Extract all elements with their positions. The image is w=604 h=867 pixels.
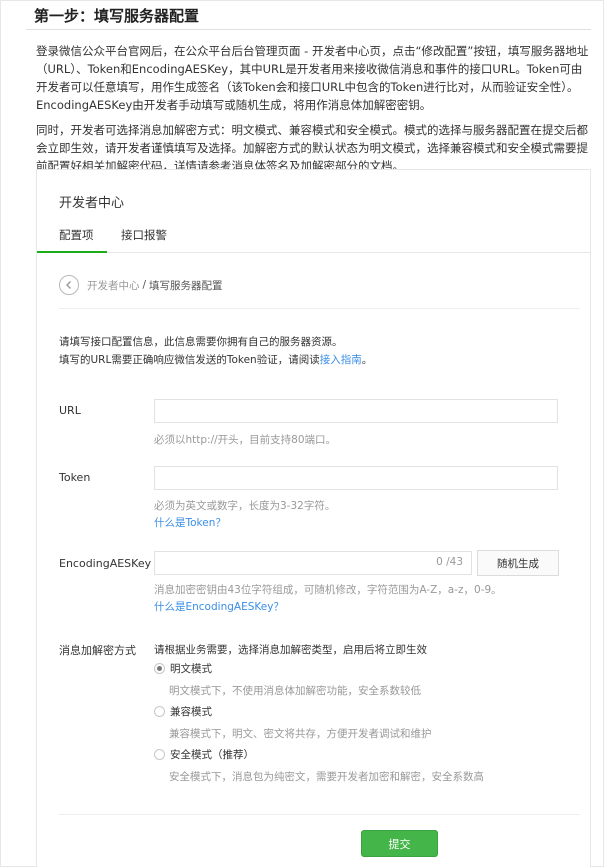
intro-line-2-suffix: 。 <box>361 354 373 366</box>
encryption-mode-label: 消息加解密方式 <box>59 644 136 657</box>
aes-key-hint: 消息加密密钥由43位字符组成，可随机修改，字符范围为A-Z，a-z，0-9。 <box>154 584 502 596</box>
radio-button[interactable] <box>154 749 165 760</box>
chevron-left-icon <box>66 281 71 289</box>
tab-config[interactable]: 配置项 <box>59 227 94 243</box>
random-generate-button[interactable]: 随机生成 <box>477 550 559 576</box>
token-label: Token <box>59 471 91 484</box>
active-tab-indicator <box>37 251 107 253</box>
aes-key-label: EncodingAESKey <box>59 557 152 570</box>
url-input[interactable] <box>154 399 558 423</box>
doc-title: 第一步：填写服务器配置 <box>34 7 200 25</box>
radio-button-checked[interactable] <box>154 663 165 674</box>
token-hint: 必须为英文或数字，长度为3-32字符。 <box>154 500 336 512</box>
access-guide-link[interactable]: 接入指南 <box>320 354 362 366</box>
doc-paragraph-1: 登录微信公众平台官网后，在公众平台后台管理页面 - 开发者中心页，点击“修改配置… <box>36 44 589 112</box>
title-divider <box>26 29 591 30</box>
radio-compatible-mode[interactable]: 兼容模式 <box>154 704 212 719</box>
intro-line-1: 请填写接口配置信息，此信息需要你拥有自己的服务器资源。 <box>59 336 343 348</box>
breadcrumb: 开发者中心 / 填写服务器配置 <box>59 274 223 296</box>
what-is-aes-key-link[interactable]: 什么是EncodingAESKey？ <box>154 599 284 614</box>
developer-center-panel: 开发者中心 配置项 接口报警 开发者中心 / 填写服务器配置 请填写接口配置信息… <box>36 169 591 867</box>
intro-line-2-prefix: 填写的URL需要正确响应微信发送的Token验证，请阅读 <box>59 354 320 366</box>
radio-label-compatible: 兼容模式 <box>170 706 212 718</box>
tab-bar: 配置项 接口报警 <box>37 219 590 253</box>
url-hint: 必须以http://开头，目前支持80端口。 <box>154 434 337 446</box>
document-page: 第一步：填写服务器配置 登录微信公众平台官网后，在公众平台后台管理页面 - 开发… <box>0 0 604 867</box>
token-input[interactable] <box>154 466 558 490</box>
breadcrumb-divider <box>59 308 580 309</box>
intro-line-2: 填写的URL需要正确响应微信发送的Token验证，请阅读接入指南。 <box>59 351 372 369</box>
breadcrumb-root[interactable]: 开发者中心 <box>87 278 140 293</box>
radio-safe-mode[interactable]: 安全模式（推荐） <box>154 747 254 762</box>
radio-plaintext-mode[interactable]: 明文模式 <box>154 661 212 676</box>
safe-mode-desc: 安全模式下，消息包为纯密文，需要开发者加密和解密，安全系数高 <box>169 771 484 783</box>
console-title: 开发者中心 <box>59 196 125 211</box>
breadcrumb-separator: / <box>142 279 147 291</box>
plaintext-mode-desc: 明文模式下，不使用消息体加解密功能，安全系数较低 <box>169 685 421 697</box>
radio-label-safe: 安全模式（推荐） <box>170 749 254 761</box>
footer-divider <box>59 814 580 815</box>
aes-key-field: 0 /43 <box>154 551 472 575</box>
radio-button[interactable] <box>154 706 165 717</box>
aes-key-input[interactable] <box>155 552 471 574</box>
tab-interface-alarm[interactable]: 接口报警 <box>121 227 167 243</box>
radio-label-plaintext: 明文模式 <box>170 663 212 675</box>
compatible-mode-desc: 兼容模式下，明文、密文将共存，方便开发者调试和维护 <box>169 728 432 740</box>
back-button[interactable] <box>59 275 79 295</box>
intro-text: 请填写接口配置信息，此信息需要你拥有自己的服务器资源。 填写的URL需要正确响应… <box>59 333 372 369</box>
breadcrumb-current: 填写服务器配置 <box>149 279 223 292</box>
submit-button[interactable]: 提交 <box>361 830 438 857</box>
aes-key-counter: 0 /43 <box>436 556 463 568</box>
url-label: URL <box>59 404 81 417</box>
encryption-mode-description: 请根据业务需要，选择消息加解密类型，启用后将立即生效 <box>154 644 427 656</box>
doc-paragraph-2: 同时，开发者可选择消息加解密方式：明文模式、兼容模式和安全模式。模式的选择与服务… <box>36 123 588 173</box>
what-is-token-link[interactable]: 什么是Token？ <box>154 515 226 530</box>
